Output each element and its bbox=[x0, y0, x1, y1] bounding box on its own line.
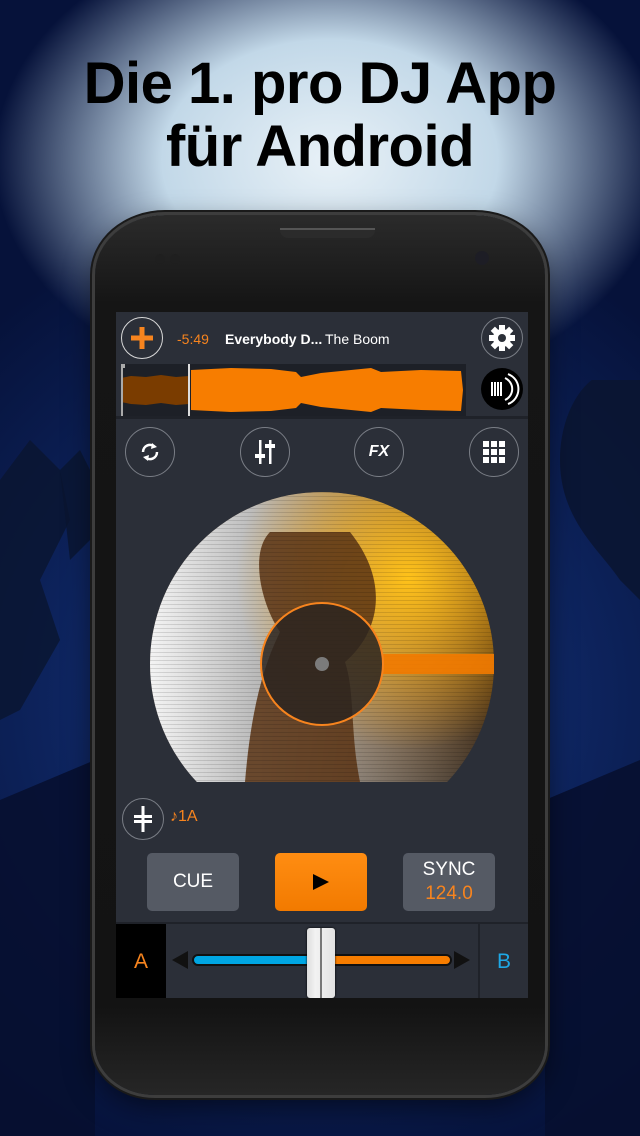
vinyl-scratch-icon bbox=[491, 373, 520, 405]
deck-a-label: A bbox=[133, 950, 148, 973]
waveform-overview[interactable] bbox=[121, 364, 466, 416]
headline-line-2: für Android bbox=[165, 114, 475, 179]
loop-button[interactable] bbox=[125, 427, 175, 477]
pitch-button[interactable] bbox=[122, 798, 164, 840]
track-info-bar: -5:49 Everybody D... The Boom bbox=[116, 312, 528, 364]
arrow-left-icon[interactable] bbox=[172, 951, 188, 969]
phone-sensor bbox=[155, 254, 165, 264]
headline: Die 1. pro DJ App für Android bbox=[0, 52, 640, 178]
fx-icon: FX bbox=[368, 443, 390, 460]
track-title: Everybody D... bbox=[225, 331, 323, 347]
remaining-time: -5:49 bbox=[177, 331, 209, 347]
gear-icon bbox=[489, 325, 515, 351]
pitch-fader-icon bbox=[134, 806, 152, 832]
deck-b-label: B bbox=[496, 950, 511, 973]
bpm-value: 124.0 bbox=[425, 883, 473, 904]
crossfader-panel: A B bbox=[116, 922, 528, 998]
eq-button[interactable] bbox=[240, 427, 290, 477]
arrow-right-icon[interactable] bbox=[454, 951, 470, 969]
deck-a-button[interactable]: A bbox=[116, 924, 166, 998]
sync-label: SYNC bbox=[422, 859, 476, 880]
play-icon bbox=[313, 874, 329, 890]
crossfader-knob[interactable] bbox=[307, 928, 335, 998]
deck-b-button[interactable]: B bbox=[478, 924, 528, 998]
phone-camera bbox=[475, 251, 489, 265]
dj-app-screen: -5:49 Everybody D... The Boom FX ♪1A CUE… bbox=[116, 312, 528, 998]
fx-button[interactable]: FX bbox=[354, 427, 404, 477]
phone-sensor bbox=[170, 254, 180, 264]
musical-key: ♪1A bbox=[170, 808, 198, 825]
sampler-button[interactable] bbox=[469, 427, 519, 477]
cue-label: CUE bbox=[172, 871, 214, 892]
settings-button[interactable] bbox=[481, 317, 523, 359]
grid-icon bbox=[483, 441, 505, 463]
headline-line-1: Die 1. pro DJ App bbox=[83, 51, 557, 116]
equalizer-sliders-icon bbox=[255, 440, 275, 464]
play-button[interactable] bbox=[275, 853, 367, 911]
turntable-platter[interactable] bbox=[150, 492, 494, 782]
divider bbox=[116, 416, 528, 419]
add-track-button[interactable] bbox=[121, 317, 163, 359]
loop-icon bbox=[141, 443, 159, 461]
plus-icon bbox=[131, 327, 153, 349]
cue-button[interactable]: CUE bbox=[147, 853, 239, 911]
vinyl-spindle bbox=[315, 657, 329, 671]
track-artist: The Boom bbox=[325, 331, 390, 347]
waveform-graphic bbox=[121, 364, 463, 416]
scratch-mode-button[interactable] bbox=[481, 368, 523, 410]
phone-speaker bbox=[280, 228, 375, 238]
sync-button[interactable]: SYNC 124.0 bbox=[403, 853, 495, 911]
platter-position-marker bbox=[382, 654, 494, 674]
